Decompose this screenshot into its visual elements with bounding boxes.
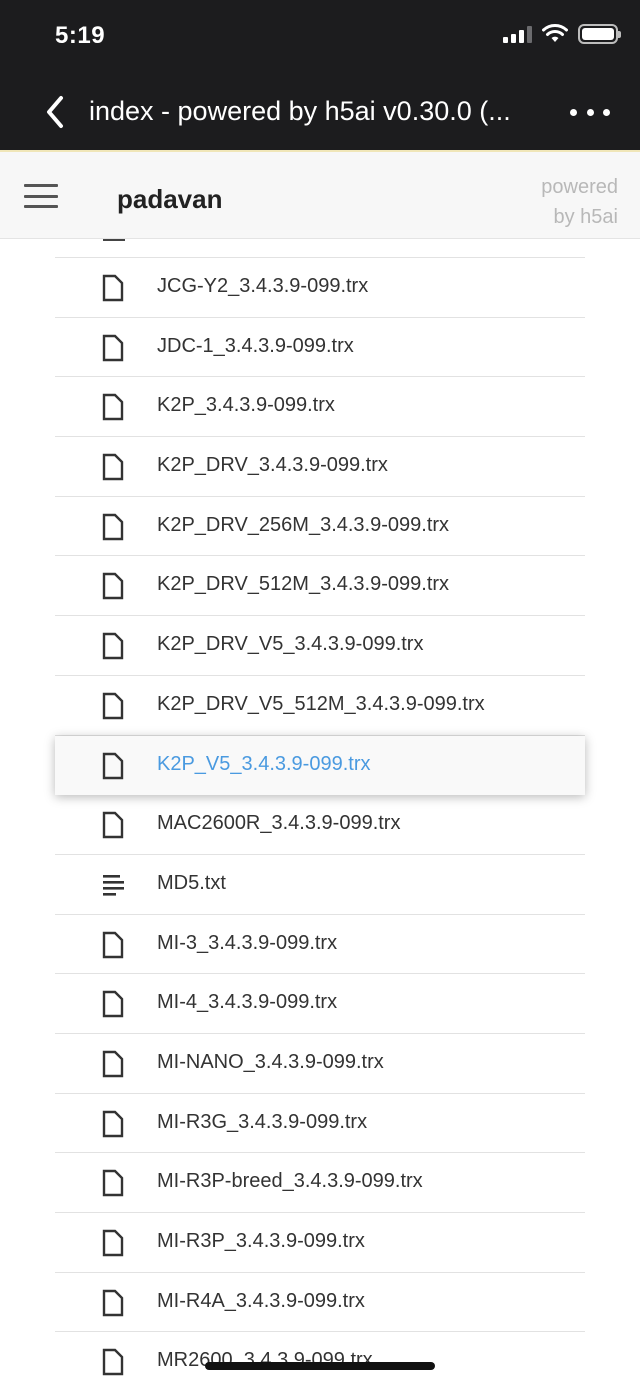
file-row[interactable]: K2P_DRV_V5_3.4.3.9-099.trx (0, 616, 640, 676)
file-name[interactable]: MD5.txt (157, 872, 226, 895)
file-icon (99, 632, 127, 660)
file-row[interactable]: MR2600_3.4.3.9-099.trx (0, 1332, 640, 1385)
status-time: 5:19 (55, 22, 106, 49)
file-icon (99, 1050, 127, 1078)
chevron-left-icon (47, 96, 63, 128)
app-header: 5:19 index - powered by h5ai v0.30.0 (..… (0, 0, 640, 150)
file-name[interactable]: MI-NANO_3.4.3.9-099.trx (157, 1051, 384, 1074)
file-row[interactable]: MI-R3P_3.4.3.9-099.trx (0, 1213, 640, 1273)
file-row[interactable]: K2P_3.4.3.9-099.trx (0, 377, 640, 438)
text-file-icon (99, 871, 127, 899)
file-icon (99, 752, 127, 780)
breadcrumb[interactable]: padavan (117, 184, 223, 215)
file-name[interactable]: K2P_V5_3.4.3.9-099.trx (157, 753, 370, 776)
more-dot (570, 108, 577, 116)
file-row[interactable]: JDC-1_3.4.3.9-099.trx (0, 318, 640, 378)
file-icon (99, 811, 127, 839)
file-icon (99, 393, 127, 421)
file-row[interactable]: K2P_DRV_256M_3.4.3.9-099.trx (0, 497, 640, 557)
file-icon (99, 1110, 127, 1138)
file-row[interactable]: MI-NANO_3.4.3.9-099.trx (0, 1034, 640, 1094)
file-list: JCG-Y2_3.4.3.9-099.trx JDC-1_3.4.3.9-099.… (0, 239, 640, 1385)
file-row[interactable]: MI-R3G_3.4.3.9-099.trx (0, 1094, 640, 1154)
file-name[interactable]: K2P_3.4.3.9-099.trx (157, 394, 335, 417)
file-icon (99, 453, 127, 481)
cellular-signal-icon (503, 25, 532, 43)
file-name[interactable]: K2P_DRV_3.4.3.9-099.trx (157, 454, 388, 477)
file-icon (99, 692, 127, 720)
file-icon (99, 334, 127, 362)
file-row[interactable]: MI-4_3.4.3.9-099.trx (0, 974, 640, 1034)
file-icon (99, 1229, 127, 1257)
file-name[interactable]: MI-R3P-breed_3.4.3.9-099.trx (157, 1170, 423, 1193)
file-row[interactable]: MI-R4A_3.4.3.9-099.trx (0, 1273, 640, 1333)
battery-icon (578, 24, 621, 44)
file-name[interactable]: JDC-1_3.4.3.9-099.trx (157, 335, 354, 358)
file-name[interactable]: MI-3_3.4.3.9-099.trx (157, 932, 337, 955)
file-row[interactable]: K2P_DRV_3.4.3.9-099.trx (0, 437, 640, 497)
powered-line-1: powered (541, 176, 618, 198)
file-name[interactable]: K2P_DRV_V5_3.4.3.9-099.trx (157, 633, 423, 656)
file-icon (99, 1169, 127, 1197)
file-row[interactable]: MD5.txt (0, 855, 640, 915)
file-name[interactable]: MI-R4A_3.4.3.9-099.trx (157, 1290, 365, 1313)
page-title: index - powered by h5ai v0.30.0 (... (89, 96, 511, 126)
file-icon (99, 274, 127, 302)
file-name[interactable]: MAC2600R_3.4.3.9-099.trx (157, 812, 400, 835)
file-name[interactable]: K2P_DRV_256M_3.4.3.9-099.trx (157, 514, 449, 537)
status-icons (503, 24, 621, 44)
file-icon (99, 931, 127, 959)
home-indicator (205, 1362, 435, 1370)
file-icon (99, 513, 127, 541)
wifi-icon (542, 24, 568, 42)
hamburger-menu-icon[interactable] (24, 184, 58, 208)
file-row[interactable]: K2P_DRV_V5_512M_3.4.3.9-099.trx (0, 676, 640, 736)
list-item-partial (0, 239, 640, 258)
file-name[interactable]: MI-R3P_3.4.3.9-099.trx (157, 1230, 365, 1253)
file-name[interactable]: JCG-Y2_3.4.3.9-099.trx (157, 275, 368, 298)
h5ai-topbar: padavan powered by h5ai (0, 150, 640, 239)
file-icon (99, 572, 127, 600)
file-icon (99, 1348, 127, 1376)
file-row[interactable]: MAC2600R_3.4.3.9-099.trx (0, 795, 640, 855)
file-icon (99, 990, 127, 1018)
file-icon (99, 1289, 127, 1317)
file-row[interactable]: K2P_V5_3.4.3.9-099.trx (0, 735, 640, 796)
file-row[interactable]: JCG-Y2_3.4.3.9-099.trx (0, 258, 640, 318)
file-row[interactable]: K2P_DRV_512M_3.4.3.9-099.trx (0, 556, 640, 617)
file-name[interactable]: K2P_DRV_512M_3.4.3.9-099.trx (157, 573, 449, 596)
more-dot (603, 108, 610, 116)
file-row[interactable]: MI-3_3.4.3.9-099.trx (0, 915, 640, 975)
file-name[interactable]: K2P_DRV_V5_512M_3.4.3.9-099.trx (157, 693, 485, 716)
file-name[interactable]: MI-4_3.4.3.9-099.trx (157, 991, 337, 1014)
more-dot (586, 108, 594, 116)
powered-line-2: by h5ai (553, 206, 619, 228)
file-row[interactable]: MI-R3P-breed_3.4.3.9-099.trx (0, 1153, 640, 1213)
back-button[interactable] (38, 92, 72, 132)
powered-by-link[interactable]: powered by h5ai (498, 172, 618, 232)
more-options-button[interactable] (570, 100, 610, 124)
file-name[interactable]: MI-R3G_3.4.3.9-099.trx (157, 1111, 367, 1134)
